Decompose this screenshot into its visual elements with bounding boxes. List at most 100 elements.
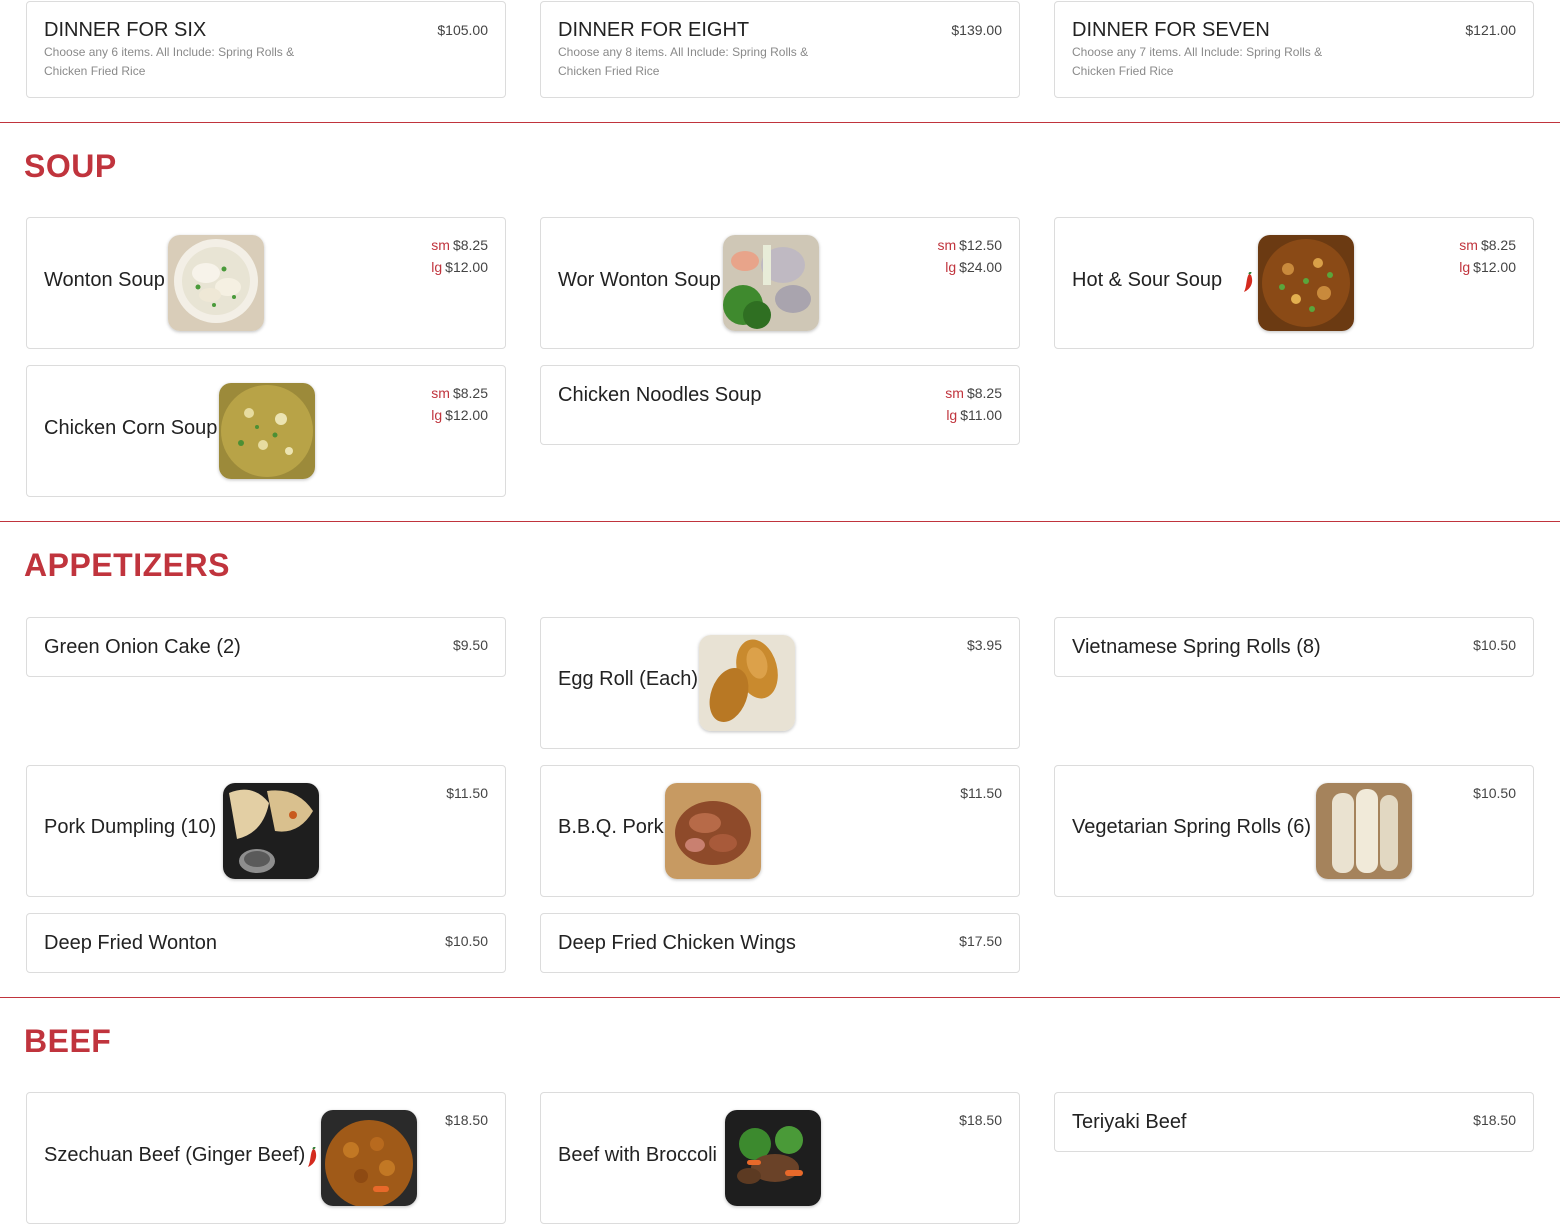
menu-item-dinner-for-seven[interactable]: DINNER FOR SEVEN Choose any 7 items. All… [1054,1,1534,98]
item-price: $105.00 [437,22,488,38]
bbq-pork-photo[interactable] [665,783,761,879]
item-name: Vegetarian Spring Rolls (6) [1072,816,1312,838]
price-large: lg $12.00 [431,259,488,275]
item-price: $11.50 [960,785,1002,801]
price-small: sm $12.50 [938,237,1003,253]
menu-item-vietnamese-spring-rolls[interactable]: Vietnamese Spring Rolls (8) $10.50 [1054,617,1534,677]
item-name: B.B.Q. Pork [558,816,664,838]
pork-dumpling-photo[interactable] [223,783,319,879]
price-small: sm $8.25 [1459,237,1516,253]
item-name: Hot & Sour Soup [1072,269,1223,291]
item-name: DINNER FOR EIGHT [558,19,750,41]
price-value: $24.00 [959,259,1002,275]
item-name: Deep Fried Chicken Wings [558,932,796,954]
item-name: DINNER FOR SIX [44,19,207,41]
item-name: Wonton Soup [44,269,165,291]
price-small: sm $8.25 [431,237,488,253]
section-title-beef: BEEF [24,1023,112,1059]
menu-item-dinner-for-six[interactable]: DINNER FOR SIX Choose any 6 items. All I… [26,1,506,98]
item-price: $10.50 [1473,637,1516,653]
menu-item-egg-roll[interactable]: Egg Roll (Each) $3.95 [540,617,1020,749]
size-label-sm: sm [431,237,450,253]
item-name: Vietnamese Spring Rolls (8) [1072,636,1321,658]
item-price: $18.50 [445,1112,488,1128]
item-name: Wor Wonton Soup [558,269,721,291]
section-title-soup: SOUP [24,148,117,184]
price-value: $12.50 [959,237,1002,253]
item-name: Pork Dumpling (10) [44,816,217,838]
item-price: $11.50 [446,785,488,801]
item-price: $18.50 [1473,1112,1516,1128]
item-description: Choose any 8 items. All Include: Spring … [558,45,809,78]
size-label-lg: lg [1459,259,1471,275]
item-price: $121.00 [1465,22,1516,38]
menu-item-beef-with-broccoli[interactable]: Beef with Broccoli $18.50 [540,1092,1020,1224]
wonton-soup-photo[interactable] [168,235,264,331]
price-value: $11.00 [960,407,1002,423]
item-price: $3.95 [966,637,1002,653]
chicken-corn-soup-photo[interactable] [219,383,315,479]
item-price: $9.50 [452,637,488,653]
section-divider [0,122,1560,123]
price-large: lg $12.00 [1459,259,1516,275]
hot-sour-soup-photo[interactable] [1258,235,1354,331]
item-price: $17.50 [959,933,1002,949]
item-price: $10.50 [445,933,488,949]
menu-item-chicken-corn-soup[interactable]: Chicken Corn Soup sm $8.25 lg $12.00 [26,365,506,497]
item-price: $139.00 [951,22,1002,38]
item-name: Szechuan Beef (Ginger Beef) [44,1144,306,1166]
price-large: lg $12.00 [431,407,488,423]
price-value: $12.00 [445,407,488,423]
spicy-chili-icon [1244,272,1253,292]
beef-broccoli-photo[interactable] [725,1110,821,1206]
size-label-sm: sm [431,385,450,401]
menu-item-green-onion-cake[interactable]: Green Onion Cake (2) $9.50 [26,617,506,677]
size-label-lg: lg [945,259,957,275]
menu-item-szechuan-beef[interactable]: Szechuan Beef (Ginger Beef) $18.50 [26,1092,506,1224]
size-label-sm: sm [945,385,964,401]
item-name: Chicken Corn Soup [44,417,218,439]
size-label-lg: lg [431,259,443,275]
size-label-sm: sm [937,237,957,253]
menu-item-wor-wonton-soup[interactable]: Wor Wonton Soup sm $12.50 lg $24.00 [540,217,1020,349]
price-small: sm $8.25 [945,385,1002,401]
price-large: lg $11.00 [946,407,1002,423]
menu-item-teriyaki-beef[interactable]: Teriyaki Beef $18.50 [1054,1092,1534,1152]
price-value: $12.00 [445,259,488,275]
menu-item-hot-sour-soup[interactable]: Hot & Sour Soup sm $8.25 lg $12.00 [1054,217,1534,349]
price-value: $8.25 [966,385,1002,401]
price-value: $12.00 [1473,259,1516,275]
vegetarian-spring-rolls-photo[interactable] [1316,783,1412,879]
menu-item-deep-fried-chicken-wings[interactable]: Deep Fried Chicken Wings $17.50 [540,913,1020,973]
menu-item-chicken-noodles-soup[interactable]: Chicken Noodles Soup sm $8.25 lg $11.00 [540,365,1020,445]
menu-item-vegetarian-spring-rolls[interactable]: Vegetarian Spring Rolls (6) $10.50 [1054,765,1534,897]
item-name: DINNER FOR SEVEN [1072,19,1270,41]
price-value: $8.25 [1480,237,1516,253]
size-label-lg: lg [946,407,958,423]
menu-item-deep-fried-wonton[interactable]: Deep Fried Wonton $10.50 [26,913,506,973]
item-description: Choose any 7 items. All Include: Spring … [1072,45,1323,78]
price-value: $8.25 [452,385,488,401]
wor-wonton-soup-photo[interactable] [723,235,819,331]
size-label-lg: lg [431,407,443,423]
egg-roll-photo[interactable] [699,635,795,731]
size-label-sm: sm [1459,237,1478,253]
item-price: $10.50 [1473,785,1516,801]
menu-item-pork-dumpling[interactable]: Pork Dumpling (10) $11.50 [26,765,506,897]
menu-item-dinner-for-eight[interactable]: DINNER FOR EIGHT Choose any 8 items. All… [540,1,1020,98]
item-name: Chicken Noodles Soup [558,384,762,406]
price-value: $8.25 [452,237,488,253]
menu-item-bbq-pork[interactable]: B.B.Q. Pork $11.50 [540,765,1020,897]
item-name: Green Onion Cake (2) [44,636,241,658]
item-name: Teriyaki Beef [1072,1111,1187,1133]
item-name: Beef with Broccoli [558,1144,717,1166]
section-divider [0,521,1560,522]
menu-item-wonton-soup[interactable]: Wonton Soup sm $8.25 lg $12.00 [26,217,506,349]
item-price: $18.50 [959,1112,1002,1128]
item-name: Deep Fried Wonton [44,932,218,954]
item-description: Choose any 6 items. All Include: Spring … [44,45,295,78]
price-small: sm $8.25 [431,385,488,401]
section-title-appetizers: APPETIZERS [24,547,230,583]
item-name: Egg Roll (Each) [558,668,699,690]
szechuan-beef-photo[interactable] [321,1110,417,1206]
